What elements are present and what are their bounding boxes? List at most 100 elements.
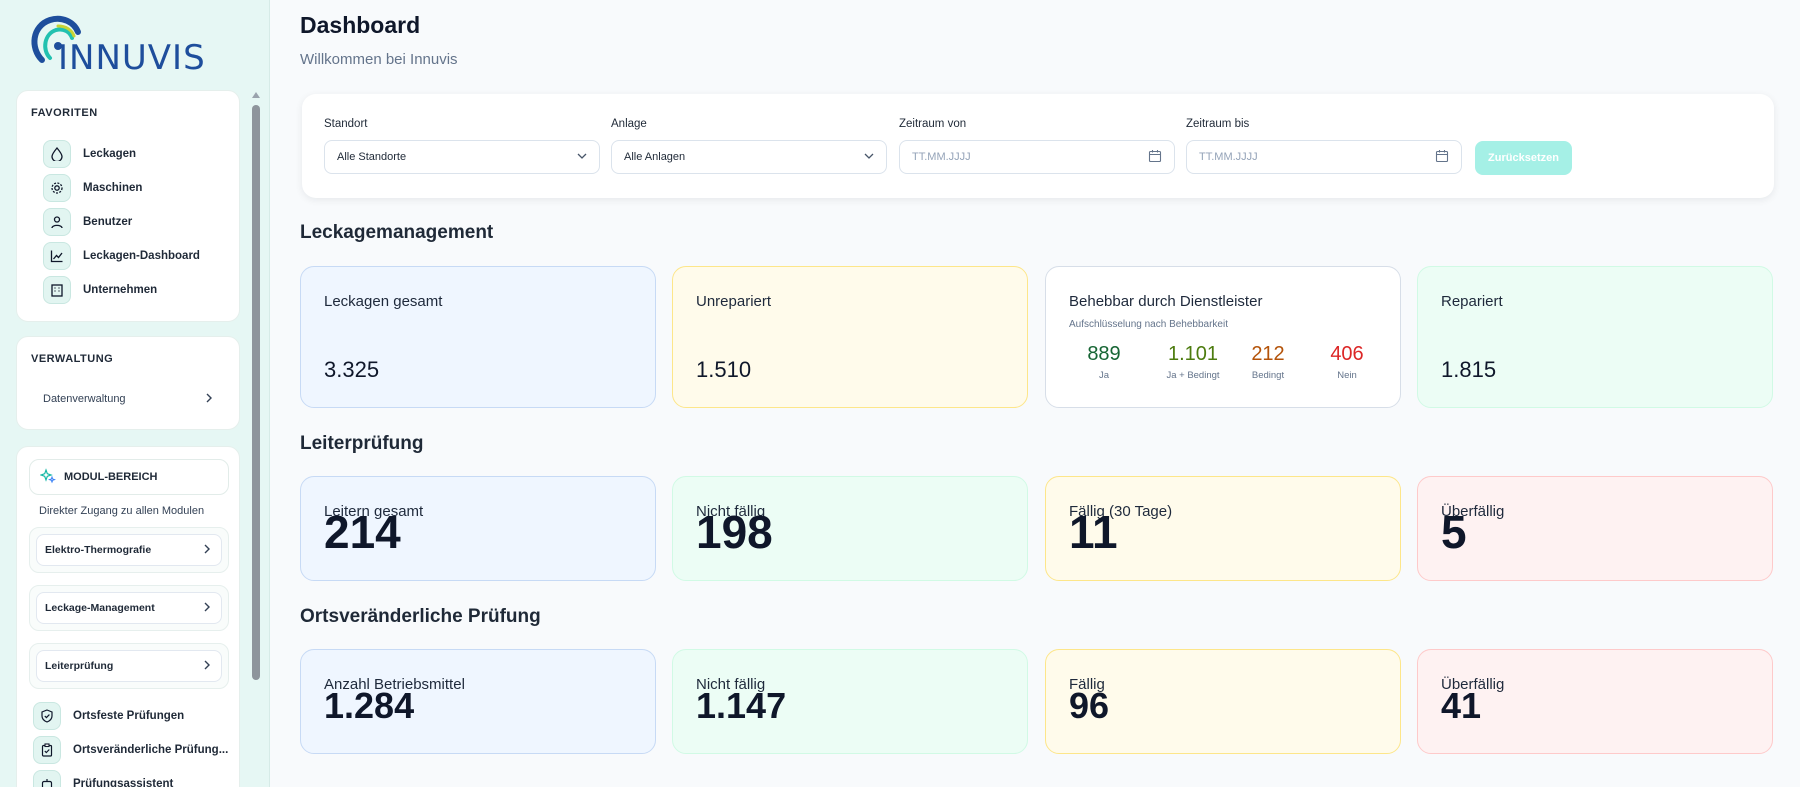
chevron-down-icon (577, 151, 587, 163)
innuvis-logo[interactable]: INNUVIS (28, 12, 248, 78)
behebbar-value: 212 (1251, 343, 1285, 365)
page-subtitle: Willkommen bei Innuvis (300, 51, 458, 68)
behebbar-nein: 406 Nein (1312, 343, 1382, 381)
zeitraum-von-placeholder: TT.MM.JJJJ (912, 151, 971, 163)
card-value: 198 (696, 506, 773, 558)
fav-item-label: Benutzer (83, 216, 133, 228)
card-value: 1.284 (324, 685, 415, 726)
module-link-label: Elektro-Thermografie (45, 544, 152, 556)
gear-icon (43, 174, 71, 202)
zeitraum-von-input[interactable]: TT.MM.JJJJ (899, 140, 1175, 174)
sidebar-item-datenverwaltung[interactable]: Datenverwaltung (33, 385, 225, 413)
module-item-ortsfeste-pruefungen[interactable]: Ortsfeste Prüfungen (33, 701, 184, 731)
fav-item-benutzer[interactable]: Benutzer (43, 207, 132, 237)
card-anzahl-betriebsmittel[interactable]: Anzahl Betriebsmittel 1.284 (300, 649, 656, 754)
fav-item-unternehmen[interactable]: Unternehmen (43, 275, 157, 305)
module-link-wrapper: Leiterprüfung (29, 643, 229, 689)
behebbar-bedingt: 212 Bedingt (1233, 343, 1303, 381)
card-leitern-gesamt[interactable]: Leitern gesamt 214 (300, 476, 656, 581)
fav-item-label: Leckagen (83, 148, 137, 160)
calendar-icon (1148, 149, 1162, 166)
modules-panel: MODUL-BEREICH Direkter Zugang zu allen M… (16, 446, 240, 787)
module-item-label: Prüfungsassistent (73, 778, 174, 787)
card-unrepariert[interactable]: Unrepariert 1.510 (672, 266, 1028, 408)
card-label: Unrepariert (696, 293, 772, 310)
module-item-pruefungsassistent[interactable]: Prüfungsassistent (33, 769, 173, 787)
main-content: Dashboard Willkommen bei Innuvis Standor… (300, 0, 1775, 787)
standort-select[interactable]: Alle Standorte (324, 140, 600, 174)
calendar-icon (1435, 149, 1449, 166)
robot-icon (33, 770, 61, 787)
chevron-right-icon (205, 393, 213, 406)
module-item-ortsveraenderliche-pruefung[interactable]: Ortsveränderliche Prüfung... (33, 735, 228, 765)
card-nicht-faellig[interactable]: Nicht fällig 1.147 (672, 649, 1028, 754)
module-item-label: Ortsfeste Prüfungen (73, 710, 185, 722)
zeitraum-bis-input[interactable]: TT.MM.JJJJ (1186, 140, 1462, 174)
module-link-wrapper: Leckage-Management (29, 585, 229, 631)
card-ueberfaellig[interactable]: Überfällig 41 (1417, 649, 1773, 754)
page-title: Dashboard (300, 12, 421, 38)
card-value: 41 (1441, 685, 1482, 726)
card-nicht-faellig[interactable]: Nicht fällig 198 (672, 476, 1028, 581)
reset-button[interactable]: Zurücksetzen (1475, 141, 1572, 175)
verwaltung-panel: VERWALTUNG Datenverwaltung (16, 336, 240, 430)
card-ueberfaellig[interactable]: Überfällig 5 (1417, 476, 1773, 581)
anlage-select[interactable]: Alle Anlagen (611, 140, 887, 174)
anlage-value: Alle Anlagen (624, 151, 686, 163)
user-icon (43, 208, 71, 236)
chart-line-icon (43, 242, 71, 270)
zeitraum-bis-label: Zeitraum bis (1186, 118, 1250, 130)
sparkles-icon (39, 467, 56, 487)
chevron-down-icon (864, 151, 874, 163)
card-label: Repariert (1441, 293, 1503, 310)
module-link-label: Leiterprüfung (45, 660, 114, 672)
fav-item-label: Unternehmen (83, 284, 158, 296)
card-label: Leckagen gesamt (324, 293, 443, 310)
modules-title: MODUL-BEREICH (64, 471, 158, 483)
fav-item-leckagen-dashboard[interactable]: Leckagen-Dashboard (43, 241, 200, 271)
zeitraum-von-label: Zeitraum von (899, 118, 967, 130)
behebbar-value: 1.101 (1167, 343, 1219, 365)
filter-bar: Standort Alle Standorte Anlage Alle Anla… (302, 94, 1774, 198)
chevron-right-icon (203, 602, 211, 615)
sidebar: INNUVIS FAVORITEN Leckagen Maschinen Ben… (0, 0, 270, 787)
behebbar-label: Ja (1098, 370, 1110, 381)
fav-item-label: Leckagen-Dashboard (83, 250, 200, 262)
sidebar-scrollbar-thumb[interactable] (252, 105, 260, 680)
card-faellig[interactable]: Fällig 96 (1045, 649, 1401, 754)
fav-item-label: Maschinen (83, 182, 143, 194)
behebbar-value: 889 (1087, 343, 1121, 365)
fav-item-leckagen[interactable]: Leckagen (43, 139, 136, 169)
card-leckagen-gesamt[interactable]: Leckagen gesamt 3.325 (300, 266, 656, 408)
chevron-right-icon (203, 544, 211, 557)
chevron-right-icon (203, 660, 211, 673)
modules-header[interactable]: MODUL-BEREICH (29, 459, 229, 495)
card-behebbar[interactable]: Behebbar durch Dienstleister Aufschlüsse… (1045, 266, 1401, 408)
section-title-leckagemanagement: Leckagemanagement (300, 222, 494, 243)
verwaltung-title: VERWALTUNG (31, 353, 114, 365)
card-repariert[interactable]: Repariert 1.815 (1417, 266, 1773, 408)
card-subtitle: Aufschlüsselung nach Behebbarkeit (1069, 319, 1228, 330)
module-link-label: Leckage-Management (45, 602, 155, 614)
module-link-leiterpruefung[interactable]: Leiterprüfung (36, 650, 222, 682)
scroll-up-arrow[interactable] (252, 92, 260, 98)
anlage-label: Anlage (611, 118, 647, 130)
behebbar-ja-bedingt: 1.101 Ja + Bedingt (1148, 343, 1238, 381)
clipboard-check-icon (33, 736, 61, 764)
brand-name: INNUVIS (58, 38, 206, 78)
behebbar-value: 406 (1330, 343, 1364, 365)
module-item-label: Ortsveränderliche Prüfung... (73, 744, 229, 756)
zeitraum-bis-placeholder: TT.MM.JJJJ (1199, 151, 1258, 163)
card-value: 214 (324, 506, 401, 558)
standort-value: Alle Standorte (337, 151, 407, 163)
card-value: 1.815 (1441, 357, 1497, 382)
card-value: 5 (1441, 506, 1467, 558)
card-value: 96 (1069, 685, 1110, 726)
module-link-elektro-thermografie[interactable]: Elektro-Thermografie (36, 534, 222, 566)
fav-item-maschinen[interactable]: Maschinen (43, 173, 142, 203)
card-faellig-30-tage[interactable]: Fällig (30 Tage) 11 (1045, 476, 1401, 581)
module-link-leckage-management[interactable]: Leckage-Management (36, 592, 222, 624)
modules-subtitle: Direkter Zugang zu allen Modulen (39, 505, 205, 517)
drop-icon (43, 140, 71, 168)
module-link-wrapper: Elektro-Thermografie (29, 527, 229, 573)
